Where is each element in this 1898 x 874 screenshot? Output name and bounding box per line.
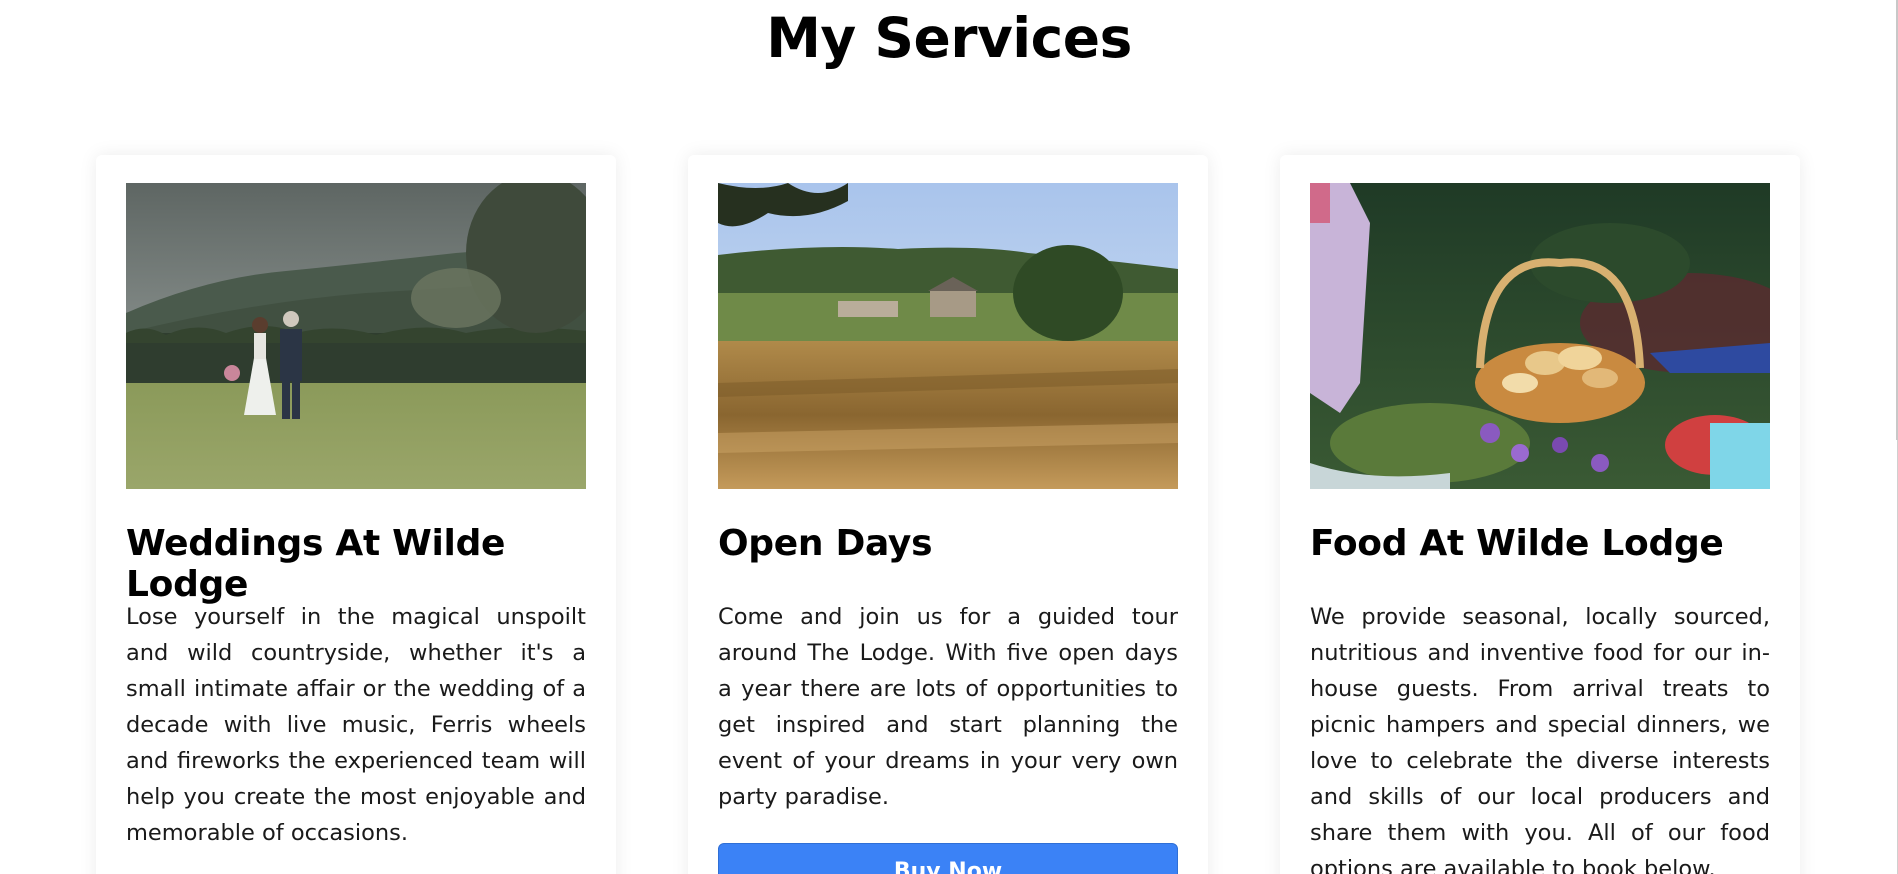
card-title: Open Days [718, 523, 933, 564]
card-description: Come and join us for a guided tour aroun… [718, 604, 1178, 810]
service-card-open-days: Open Days Come and join us for a guided … [688, 155, 1208, 874]
service-card-food: Food At Wilde Lodge We provide seasonal,… [1280, 155, 1800, 874]
services-page: My Services Weddings At Wilde Lodge Lose… [0, 0, 1898, 874]
card-description: Lose yourself in the magical unspoilt an… [126, 604, 586, 846]
food-photo [1310, 183, 1770, 489]
card-title: Weddings At Wilde Lodge [126, 523, 506, 605]
card-title: Food At Wilde Lodge [1310, 523, 1724, 564]
open-days-photo [718, 183, 1178, 489]
service-card-weddings: Weddings At Wilde Lodge Lose yourself in… [96, 155, 616, 874]
card-description: We provide seasonal, locally sourced, nu… [1310, 604, 1770, 874]
section-title: My Services [766, 6, 1132, 70]
wedding-photo [126, 183, 586, 489]
buy-now-button[interactable]: Buy Now [718, 843, 1178, 874]
